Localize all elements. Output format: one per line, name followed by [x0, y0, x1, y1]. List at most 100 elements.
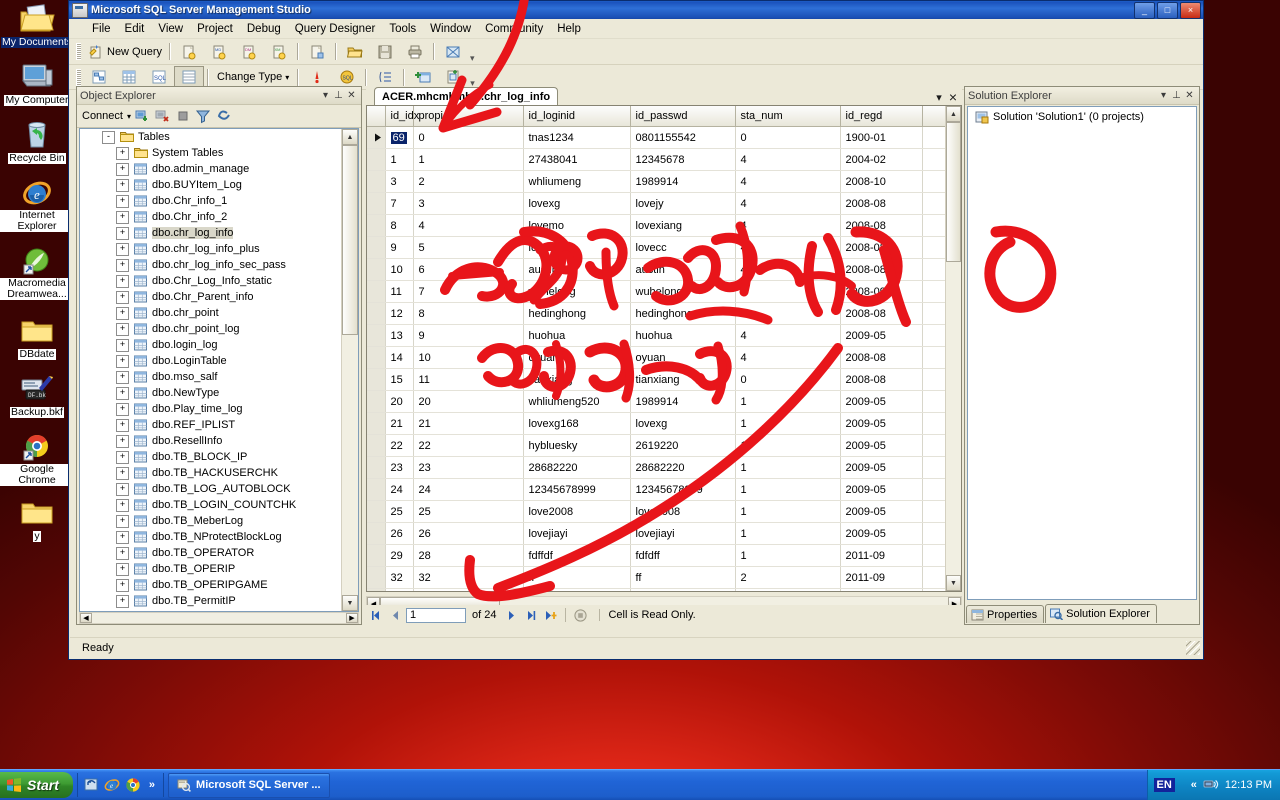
new-db-engine-query-button[interactable]	[174, 40, 204, 63]
table-row[interactable]: 21 21 lovexg168 lovexg 1 2009-05	[367, 412, 961, 435]
expand-icon[interactable]: +	[116, 578, 129, 592]
filter-icon[interactable]	[195, 108, 211, 124]
desktop-icon-my-computer[interactable]: My Computer	[0, 60, 74, 106]
stop-execution-button[interactable]	[571, 607, 589, 624]
row-header[interactable]	[367, 500, 386, 523]
minimize-button[interactable]: _	[1134, 1, 1155, 19]
table-row[interactable]: 11 7 wuhelong wuhelong 4 2008-09	[367, 280, 961, 303]
tree-node[interactable]: + dbo.TB_OPERIPGAME	[80, 577, 342, 593]
table-cell[interactable]: 0	[735, 126, 841, 149]
scroll-down-arrow[interactable]: ▼	[946, 575, 961, 591]
table-row[interactable]: 14 10 oyuan oyuan 4 2008-08	[367, 346, 961, 369]
table-cell[interactable]: 22	[413, 434, 524, 457]
connect-label[interactable]: Connect	[82, 110, 123, 122]
expand-icon[interactable]: +	[116, 514, 129, 528]
table-cell[interactable]: 23	[385, 456, 414, 479]
table-cell[interactable]: d	[630, 588, 736, 591]
expand-icon[interactable]: +	[116, 178, 129, 192]
tree-node[interactable]: + dbo.ResellInfo	[80, 433, 342, 449]
table-cell[interactable]: 20	[385, 390, 414, 413]
expand-icon[interactable]: +	[116, 290, 129, 304]
close-button[interactable]: ×	[1180, 1, 1201, 19]
maximize-button[interactable]: □	[1157, 1, 1178, 19]
table-cell[interactable]: 28	[413, 544, 524, 567]
expand-icon[interactable]: +	[116, 482, 129, 496]
table-cell[interactable]: hedinghong	[523, 302, 631, 325]
expand-icon[interactable]: +	[116, 546, 129, 560]
expand-icon[interactable]: +	[116, 562, 129, 576]
tab-close-icon[interactable]: ×	[949, 89, 957, 105]
table-row[interactable]: 26 26 lovejiayi lovejiayi 1 2009-05	[367, 522, 961, 545]
chrome-icon[interactable]	[125, 777, 141, 793]
scroll-thumb[interactable]	[946, 122, 961, 262]
table-cell[interactable]: 11	[413, 368, 524, 391]
table-cell[interactable]: 0	[413, 126, 524, 149]
table-cell[interactable]: 1	[735, 522, 841, 545]
table-row[interactable]: 9 5 lovecc lovecc 4 2008-08	[367, 236, 961, 259]
expand-icon[interactable]: +	[116, 322, 129, 336]
tree-node[interactable]: +dbo.TB_PUNISHCOUNT	[80, 609, 342, 611]
table-cell[interactable]: 22	[385, 434, 414, 457]
table-cell[interactable]: 1900-01	[840, 126, 923, 149]
table-cell[interactable]: 1	[413, 148, 524, 171]
taskbar-item-ssms[interactable]: Microsoft SQL Server ...	[168, 772, 330, 798]
table-cell[interactable]: 15	[385, 368, 414, 391]
desktop-icon-backup-bkf[interactable]: DF.bk Backup.bkf	[0, 372, 74, 418]
print-button[interactable]	[400, 40, 430, 63]
close-icon[interactable]: ✕	[1183, 90, 1196, 101]
expand-icon[interactable]: +	[116, 226, 129, 240]
table-row[interactable]: 12 8 hedinghong hedinghong 4 2008-08	[367, 302, 961, 325]
table-cell[interactable]: 2008-08	[840, 214, 923, 237]
first-record-button[interactable]	[366, 607, 384, 624]
table-cell[interactable]: 2008-09	[840, 280, 923, 303]
table-cell[interactable]: wuhelong	[630, 280, 736, 303]
table-cell[interactable]: 9	[385, 236, 414, 259]
row-header[interactable]	[367, 434, 386, 457]
row-header[interactable]	[367, 478, 386, 501]
table-cell[interactable]: 32	[385, 566, 414, 589]
table-cell[interactable]: 5	[413, 236, 524, 259]
tray-expand-icon[interactable]: «	[1191, 779, 1197, 791]
menu-view[interactable]: View	[151, 21, 190, 37]
tree-node[interactable]: + dbo.admin_manage	[80, 161, 342, 177]
table-cell[interactable]: 2008-08	[840, 368, 923, 391]
table-cell[interactable]: 2004-02	[840, 148, 923, 171]
table-cell[interactable]: 1	[735, 412, 841, 435]
table-cell[interactable]: lovecc	[630, 236, 736, 259]
expand-icon[interactable]: +	[116, 610, 129, 611]
expand-icon[interactable]: +	[116, 466, 129, 480]
column-header[interactable]: propid	[413, 106, 524, 127]
table-cell[interactable]: 7	[385, 192, 414, 215]
table-row[interactable]: 7 3 lovexg lovejy 4 2008-08	[367, 192, 961, 215]
table-cell[interactable]: 1	[385, 148, 414, 171]
disconnect-icon[interactable]	[155, 108, 171, 124]
expand-icon[interactable]: +	[116, 162, 129, 176]
expand-icon[interactable]: +	[116, 418, 129, 432]
expand-icon[interactable]: +	[116, 594, 129, 608]
desktop-icon-y[interactable]: y	[0, 496, 74, 542]
table-cell[interactable]: 13	[385, 324, 414, 347]
row-header[interactable]	[367, 302, 386, 325]
table-cell[interactable]: 7	[413, 280, 524, 303]
table-cell[interactable]: fdfdff	[630, 544, 736, 567]
expand-icon[interactable]: +	[116, 210, 129, 224]
table-cell[interactable]: 2011-09	[840, 544, 923, 567]
table-cell[interactable]: lovexg	[523, 192, 631, 215]
table-cell[interactable]: lovejiayi	[630, 522, 736, 545]
pin-icon[interactable]: ⊥	[1170, 90, 1183, 101]
table-cell[interactable]: 21	[413, 412, 524, 435]
table-cell[interactable]: 11	[385, 280, 414, 303]
tree-node[interactable]: + dbo.TB_LOGIN_COUNTCHK	[80, 497, 342, 513]
table-cell[interactable]: lovexg168	[523, 412, 631, 435]
tree-node[interactable]: + dbo.TB_PermitIP	[80, 593, 342, 609]
table-cell[interactable]: 2009-05	[840, 522, 923, 545]
tab-properties[interactable]: Properties	[966, 605, 1045, 623]
table-cell[interactable]: ff	[523, 566, 631, 589]
table-cell[interactable]: 4	[735, 170, 841, 193]
start-button[interactable]: Start	[0, 772, 73, 798]
table-row[interactable]: 3333dd12011-09	[367, 588, 961, 591]
table-cell[interactable]: 2619220	[630, 434, 736, 457]
table-cell[interactable]: 2	[735, 566, 841, 589]
table-cell[interactable]: 1	[735, 588, 841, 591]
menu-debug[interactable]: Debug	[240, 21, 288, 37]
